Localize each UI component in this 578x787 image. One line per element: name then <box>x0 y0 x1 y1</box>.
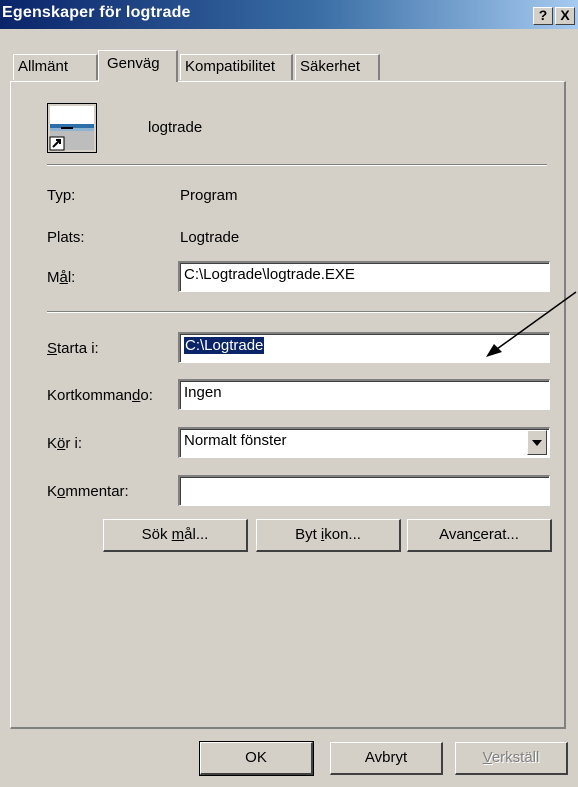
window-title: Egenskaper för logtrade <box>2 4 191 21</box>
kommentar-label: Kommentar: <box>47 483 129 500</box>
separator-top <box>47 164 547 166</box>
help-button[interactable]: ? <box>533 7 553 25</box>
typ-value: Program <box>180 187 238 204</box>
find-target-button[interactable]: Sök mål... <box>103 519 248 552</box>
typ-label: Typ: <box>47 187 76 204</box>
comment-input[interactable] <box>178 475 550 506</box>
kor-i-label: Kör i: <box>47 435 83 452</box>
advanced-button[interactable]: Avancerat... <box>407 519 552 552</box>
dropdown-button[interactable] <box>527 430 547 455</box>
start-in-value: C:\Logtrade <box>184 337 265 354</box>
plats-label: Plats: <box>47 229 85 246</box>
close-button[interactable]: X <box>555 7 575 25</box>
shortcut-key-input[interactable]: Ingen <box>178 379 550 410</box>
mal-label: Mål: <box>47 269 76 286</box>
chevron-down-icon <box>532 440 542 446</box>
shortcut-name: logtrade <box>148 119 203 136</box>
tab-allmant[interactable]: Allmänt <box>13 54 98 80</box>
starta-label: Starta i: <box>47 340 99 357</box>
cancel-button[interactable]: Avbryt <box>330 742 443 775</box>
tab-sakerhet[interactable]: Säkerhet <box>295 54 380 80</box>
application-icon <box>47 103 97 153</box>
separator-mid <box>47 311 547 313</box>
tab-kompatibilitet[interactable]: Kompatibilitet <box>180 54 293 80</box>
apply-button[interactable]: Verkställ <box>455 742 568 775</box>
target-input[interactable]: C:\Logtrade\logtrade.EXE <box>178 261 550 292</box>
kortkommando-label: Kortkommando: <box>47 387 153 404</box>
run-mode-value: Normalt fönster <box>184 432 287 449</box>
tab-genvag[interactable]: Genväg <box>98 50 178 82</box>
annotation-arrow-icon <box>486 291 577 357</box>
ok-button[interactable]: OK <box>199 741 314 776</box>
change-icon-button[interactable]: Byt ikon... <box>256 519 401 552</box>
plats-value: Logtrade <box>180 229 240 246</box>
run-mode-select[interactable]: Normalt fönster <box>178 427 550 458</box>
